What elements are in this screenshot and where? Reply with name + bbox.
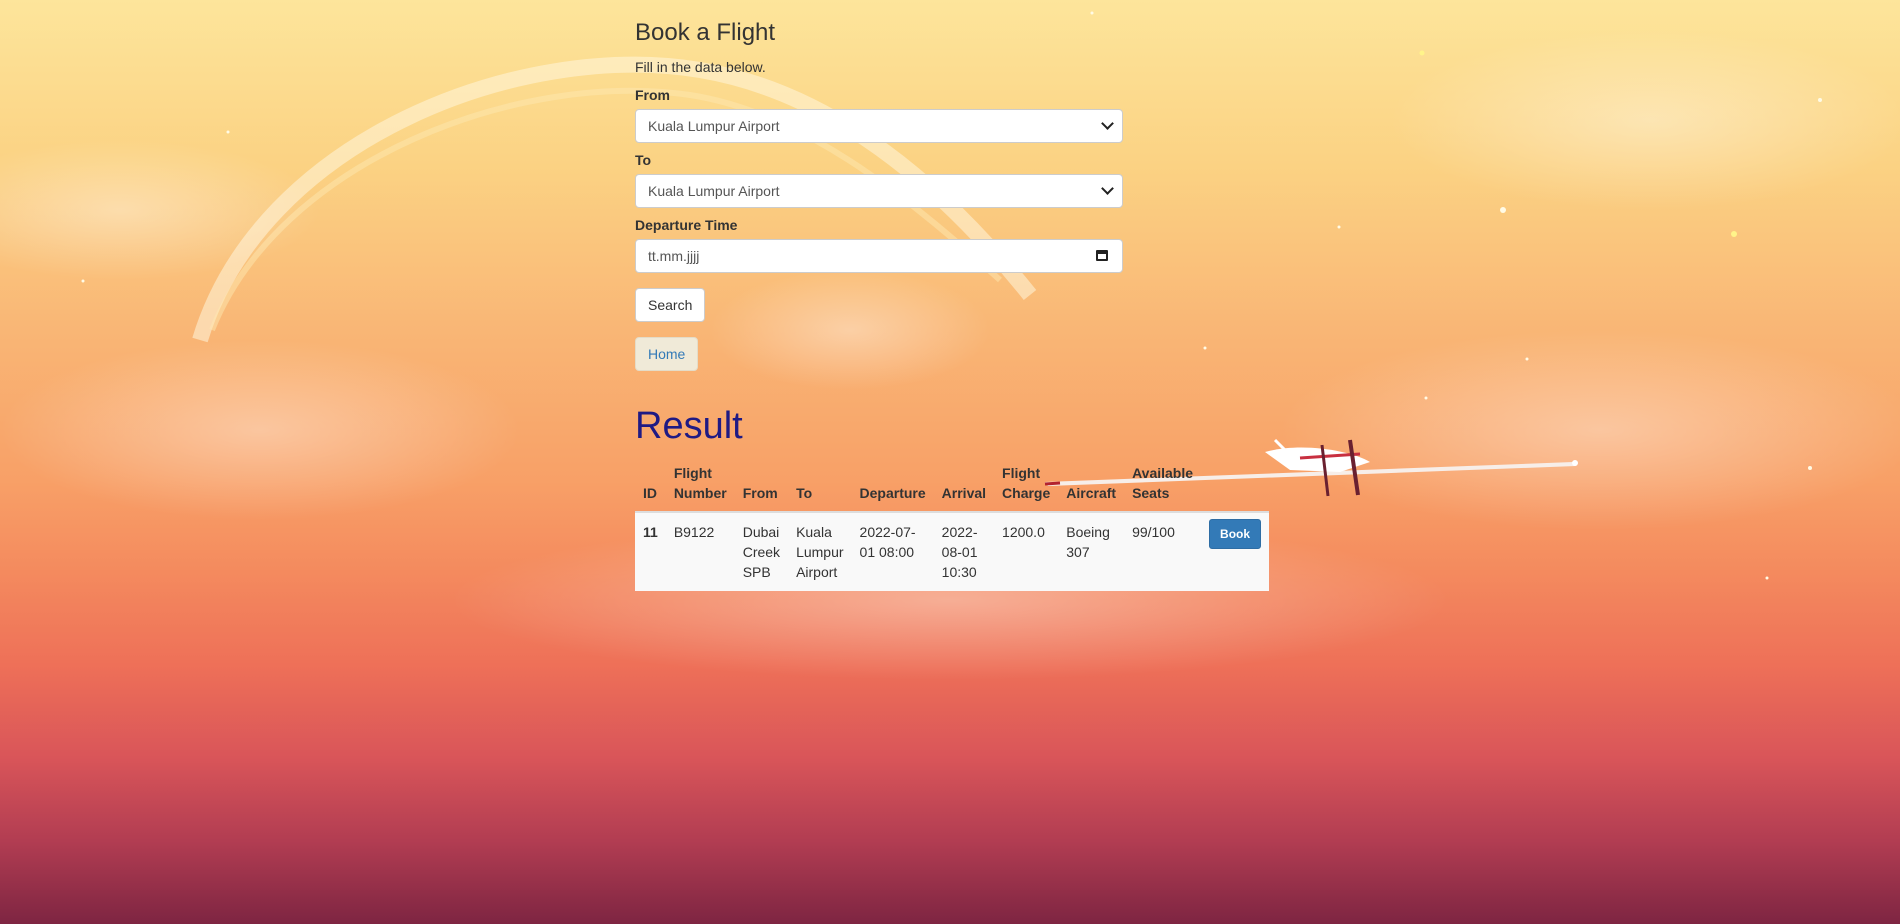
chevron-down-icon [1101,117,1114,130]
cell-flight-number: B9122 [673,524,715,540]
cell-action: Book [1201,512,1269,591]
cell-to: Kuala Lumpur Airport [796,524,844,580]
form-subtitle: Fill in the data below. [635,59,766,75]
chevron-down-icon [1101,182,1114,195]
table-row: 11 B9122 Dubai Creek SPB Kuala Lumpur Ai… [635,512,1270,591]
table-header-row: ID Flight Number From To Departure Arriv… [635,463,1269,512]
to-select[interactable]: Kuala Lumpur Airport [635,174,1123,208]
cell-from: Dubai Creek SPB [742,524,781,580]
calendar-icon[interactable] [1096,250,1108,261]
cell-aircraft: Boeing 307 [1066,524,1110,560]
col-action [1201,463,1269,512]
result-heading: Result [635,405,743,447]
results-table: ID Flight Number From To Departure Arriv… [635,463,1270,591]
departure-date-placeholder: tt.mm.jjjj [648,248,700,264]
to-select-value: Kuala Lumpur Airport [648,183,780,199]
cell-departure: 2022-07-01 08:00 [859,524,916,560]
cell-charge: 1200.0 [1002,524,1045,540]
home-button[interactable]: Home [635,337,698,371]
col-flight-number: Flight Number [673,465,727,501]
cell-seats: 99/100 [1132,524,1175,540]
col-id: ID [643,485,657,501]
book-button[interactable]: Book [1209,519,1262,549]
col-aircraft: Aircraft [1066,485,1117,501]
from-select-value: Kuala Lumpur Airport [648,118,780,134]
cell-arrival: 2022-08-01 10:30 [941,524,978,580]
departure-label: Departure Time [635,217,738,233]
to-label: To [635,152,652,168]
cell-id: 11 [643,524,658,540]
booking-form: Book a Flight Fill in the data below. Fr… [635,0,1125,447]
col-from: From [742,485,778,501]
from-label: From [635,87,670,103]
col-flight-charge: Flight Charge [1002,465,1051,501]
from-select[interactable]: Kuala Lumpur Airport [635,109,1123,143]
col-arrival: Arrival [941,485,987,501]
departure-date-input[interactable]: tt.mm.jjjj [635,239,1123,273]
col-departure: Departure [859,485,926,501]
col-to: To [796,485,813,501]
search-button[interactable]: Search [635,288,706,322]
col-available-seats: Available Seats [1132,465,1194,501]
page-title: Book a Flight [635,19,776,46]
